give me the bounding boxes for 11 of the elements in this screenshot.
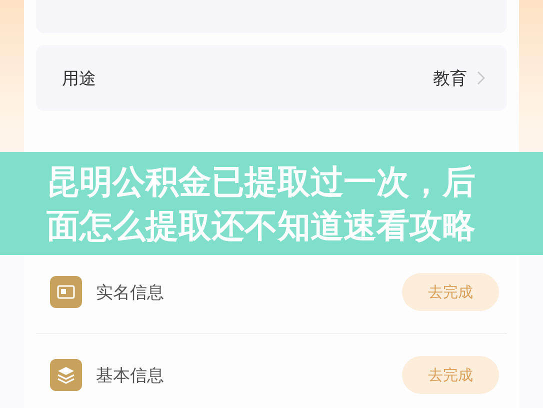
task-label: 基本信息 — [96, 364, 165, 386]
task-label: 实名信息 — [96, 282, 165, 304]
complete-button[interactable]: 去完成 — [402, 273, 499, 311]
complete-button[interactable]: 去完成 — [402, 356, 499, 394]
chevron-icon — [477, 71, 485, 85]
layers-icon — [50, 359, 82, 391]
settings-row[interactable]: 用途 教育 — [36, 45, 507, 111]
article-title: 昆明公积金已提取过一次，后面怎么提取还不知道速看攻略 — [46, 160, 476, 246]
id-card-icon — [50, 276, 82, 308]
row-label: 用途 — [62, 68, 96, 90]
row-value: 教育 — [433, 68, 467, 90]
